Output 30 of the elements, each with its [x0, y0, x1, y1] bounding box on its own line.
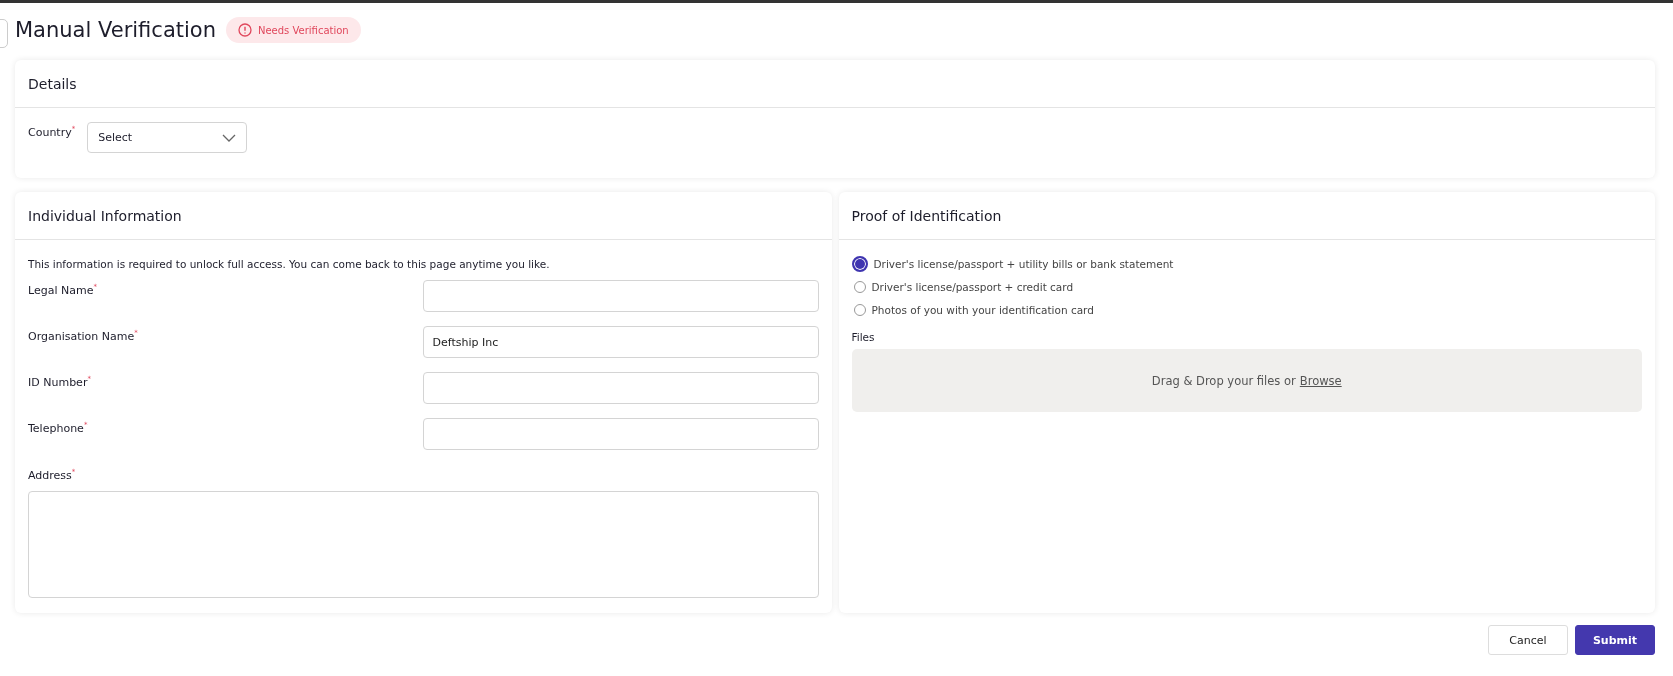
input-field[interactable]	[422, 372, 819, 404]
chevron-down-icon	[222, 133, 237, 142]
input-field[interactable]	[422, 280, 819, 312]
card-title: Proof of Identification	[851, 207, 1002, 224]
field-label: Organisation Name$^{*}$	[28, 329, 138, 345]
badge-label: Needs Verification	[258, 24, 349, 36]
field-label: Telephone$^{*}$	[28, 421, 88, 437]
field-label: Address$^{*}$	[28, 468, 76, 482]
field-label: Files	[851, 331, 876, 343]
field-label: ID Number$^{*}$	[28, 375, 91, 391]
option-label: Driver's license/passport + credit card	[871, 280, 1074, 293]
page-title: Manual Verification	[15, 18, 216, 42]
file-drop-zone[interactable]: Drag & Drop your files or Browse	[851, 349, 1642, 412]
field-label: Country$^{*}$	[28, 125, 76, 139]
input-field[interactable]	[422, 418, 819, 450]
address-field[interactable]	[28, 491, 819, 598]
browse-link[interactable]: Browse	[1299, 373, 1342, 388]
country-dropdown[interactable]: Select	[87, 122, 248, 153]
cancel-button[interactable]: Cancel	[1488, 625, 1568, 655]
option-label: Photos of you with your identification card	[871, 303, 1094, 316]
submit-button[interactable]: Submit	[1575, 625, 1655, 655]
card-title: Individual Information	[28, 207, 182, 224]
input-field[interactable]: Deftship Inc	[422, 326, 819, 358]
drop-text: Drag & Drop your files or	[1151, 373, 1296, 388]
alert-icon	[238, 23, 252, 37]
radio-button[interactable]	[851, 255, 868, 272]
option-label: Driver's license/passport + utility bills or bank statement	[873, 257, 1174, 270]
card-title: Details	[28, 75, 77, 92]
intro-text: This information is required to unlock full access. You can come back to this page anytime you like.	[28, 258, 551, 270]
field-label: Legal Name$^{*}$	[28, 283, 97, 299]
